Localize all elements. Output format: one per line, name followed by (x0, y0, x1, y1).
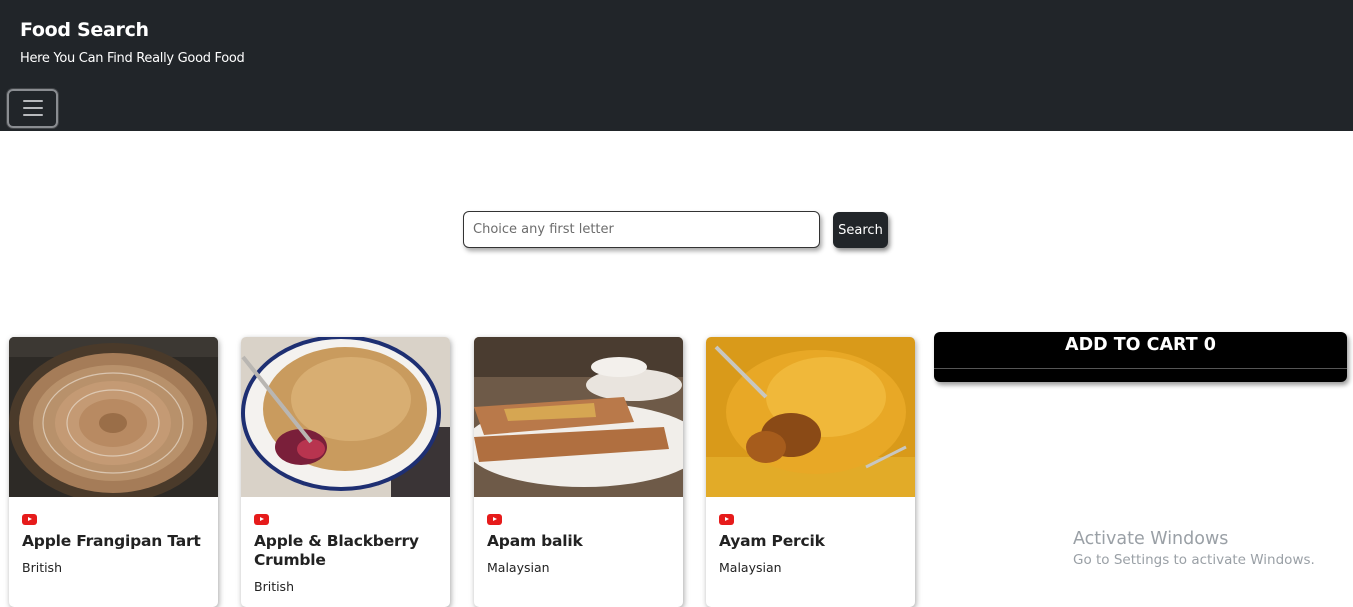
watermark-title: Activate Windows (1073, 529, 1229, 549)
search-input[interactable] (463, 211, 820, 248)
meal-image (9, 337, 218, 497)
meal-card[interactable]: Apple Frangipan Tart British (9, 337, 218, 607)
navbar: Food Search Here You Can Find Really Goo… (0, 0, 1353, 131)
meal-title: Apple & Blackberry Crumble (254, 532, 419, 569)
meal-image (706, 337, 915, 497)
meal-image (241, 337, 450, 497)
meal-card[interactable]: Apam balik Malaysian (474, 337, 683, 607)
meal-card[interactable]: Ayam Percik Malaysian (706, 337, 915, 607)
youtube-icon[interactable] (487, 514, 502, 525)
meal-area: Malaysian (719, 560, 782, 575)
brand-tagline: Here You Can Find Really Good Food (20, 51, 245, 66)
add-to-cart-panel[interactable]: ADD TO CART 0 (934, 332, 1347, 382)
meal-area: British (22, 560, 62, 575)
watermark-subtitle: Go to Settings to activate Windows. (1073, 552, 1315, 568)
cart-count-label: ADD TO CART 0 (1065, 335, 1216, 355)
search-button[interactable]: Search (833, 212, 888, 248)
brand-title[interactable]: Food Search (20, 19, 149, 41)
youtube-icon[interactable] (22, 514, 37, 525)
hamburger-icon (23, 100, 43, 102)
meal-title: Ayam Percik (719, 532, 825, 550)
cart-divider (934, 368, 1347, 369)
meal-title: Apple Frangipan Tart (22, 532, 201, 550)
navbar-toggle-button[interactable] (7, 89, 58, 128)
youtube-icon[interactable] (254, 514, 269, 525)
windows-activation-watermark: Activate Windows Go to Settings to activ… (1073, 529, 1315, 568)
youtube-icon[interactable] (719, 514, 734, 525)
meal-title: Apam balik (487, 532, 583, 550)
meal-card[interactable]: Apple & Blackberry Crumble British (241, 337, 450, 607)
meal-area: British (254, 579, 294, 594)
meal-image (474, 337, 683, 497)
meal-area: Malaysian (487, 560, 550, 575)
